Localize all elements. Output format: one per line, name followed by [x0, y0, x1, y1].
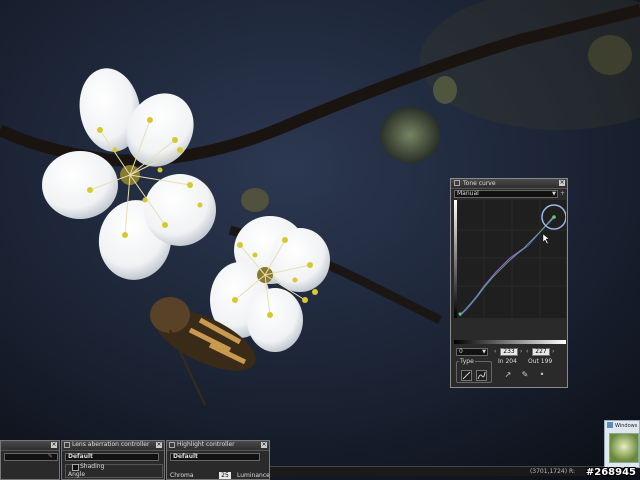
- highlight-controller-title: Highlight controller: [177, 441, 235, 448]
- adjustment-panel: × ✎: [0, 440, 60, 480]
- tone-curve-icon: [454, 180, 460, 186]
- shading-group: Shading Angle: [65, 463, 163, 478]
- reset-points-icon[interactable]: •: [537, 370, 547, 380]
- curve-controls-row: 0 ▼ ‹ 233 › ‹ 227 ›: [456, 348, 564, 357]
- adjustment-panel-title-bar[interactable]: ×: [1, 441, 59, 451]
- eyedropper-icon[interactable]: ✎: [48, 453, 53, 460]
- cursor-coords: (3701,1724) R:: [529, 468, 575, 475]
- chevron-down-icon: ▼: [482, 349, 486, 355]
- watermark: #268945: [585, 467, 636, 478]
- decrement-input-icon[interactable]: ‹: [494, 348, 496, 356]
- channel-select[interactable]: 0 ▼: [456, 348, 488, 356]
- taskbar-thumbnail-label: Windows: [615, 423, 638, 429]
- lens-preset-value: Default: [68, 453, 93, 460]
- plus-icon[interactable]: +: [560, 190, 565, 197]
- curve-mode-select[interactable]: Manual ▼: [454, 190, 558, 198]
- highlight-controller-panel: Highlight controller × Default Chroma 25…: [166, 440, 270, 480]
- shading-label: Shading: [80, 463, 105, 470]
- curve-graph[interactable]: [454, 200, 566, 318]
- output-value-field[interactable]: 227: [532, 348, 550, 356]
- close-icon[interactable]: ×: [559, 180, 565, 186]
- lens-preset-select[interactable]: Default: [65, 453, 159, 461]
- out-readout: Out 199: [528, 358, 553, 365]
- in-readout: In 204: [498, 358, 517, 365]
- increment-input-icon[interactable]: ›: [520, 348, 522, 356]
- lens-aberration-title-bar[interactable]: Lens aberration controller ×: [62, 441, 164, 451]
- lens-icon: [64, 442, 70, 448]
- window-icon: [607, 422, 613, 428]
- input-value-field[interactable]: 233: [500, 348, 518, 356]
- tone-curve-title-bar[interactable]: Tone curve ×: [451, 179, 567, 189]
- chevron-down-icon: ▼: [552, 191, 556, 197]
- tone-curve-title: Tone curve: [463, 180, 496, 187]
- increment-output-icon[interactable]: ›: [552, 348, 554, 356]
- highlight-preset-select[interactable]: Default: [170, 453, 260, 461]
- highlight-controller-title-bar[interactable]: Highlight controller ×: [167, 441, 269, 451]
- tone-curve-panel: Tone curve × Manual ▼ + 0 ▼ ‹ 233 › ‹ 22…: [450, 178, 568, 388]
- close-icon[interactable]: ×: [156, 442, 162, 448]
- luminance-label: Luminance: [237, 472, 270, 479]
- lens-aberration-title: Lens aberration controller: [72, 441, 150, 448]
- auto-adjust-icon[interactable]: ↗: [503, 370, 513, 380]
- curve-type-group: Type: [456, 358, 492, 383]
- eyedropper-icon[interactable]: ✎: [520, 370, 530, 380]
- curve-mode-value: Manual: [457, 190, 479, 197]
- shading-checkbox[interactable]: [72, 464, 79, 471]
- close-icon[interactable]: ×: [261, 442, 267, 448]
- linear-curve-button[interactable]: [461, 370, 472, 381]
- thumbnail-image: [609, 433, 639, 463]
- status-bar: (3701,1724) R:: [270, 466, 605, 476]
- close-icon[interactable]: ×: [51, 442, 57, 448]
- angle-label: Angle: [68, 471, 86, 478]
- decrement-output-icon[interactable]: ‹: [526, 348, 528, 356]
- taskbar-thumbnail[interactable]: Windows: [604, 420, 640, 468]
- lens-aberration-panel: Lens aberration controller × Default Sha…: [61, 440, 165, 480]
- curve-type-label: Type: [459, 358, 475, 365]
- bottom-panel-dock: × ✎ Lens aberration controller × Default…: [0, 440, 270, 480]
- channel-value: 0: [459, 348, 463, 355]
- chroma-value-field[interactable]: 25: [219, 472, 231, 479]
- smooth-curve-button[interactable]: [476, 370, 487, 381]
- highlight-preset-value: Default: [173, 453, 198, 460]
- chroma-label: Chroma: [170, 472, 194, 479]
- highlight-icon: [169, 442, 175, 448]
- input-gradient-bar: [454, 340, 566, 344]
